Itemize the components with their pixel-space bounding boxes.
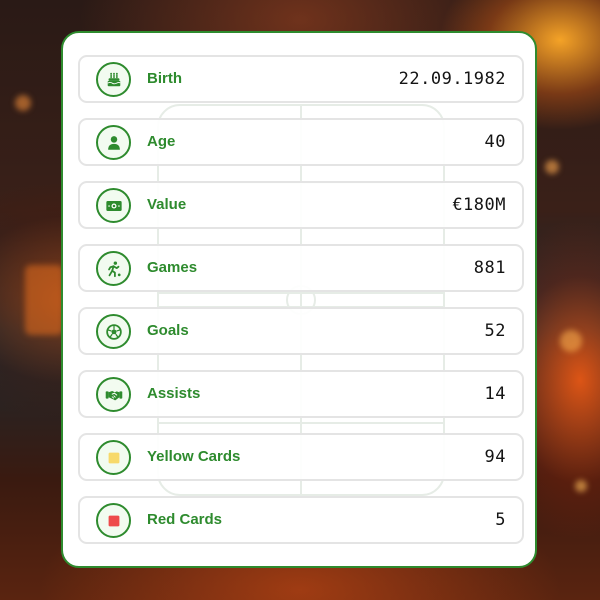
stat-value: 40 [484, 132, 506, 152]
person-icon [96, 125, 131, 160]
pitch-lines-background [157, 104, 445, 496]
stat-row-yellow-cards: Yellow Cards 94 [78, 433, 524, 481]
stat-row-red-cards: Red Cards 5 [78, 496, 524, 544]
stat-row-value: Value €180M [78, 181, 524, 229]
stat-value: 52 [484, 321, 506, 341]
stat-row-assists: Assists 14 [78, 370, 524, 418]
running-player-icon [96, 251, 131, 286]
stat-label: Games [147, 259, 198, 276]
background-bokeh [575, 480, 587, 492]
stat-label: Birth [147, 70, 182, 87]
stat-row-birth: Birth 22.09.1982 [78, 55, 524, 103]
stat-label: Value [147, 196, 187, 213]
stat-value: €180M [452, 195, 506, 215]
stat-label: Age [147, 133, 176, 150]
yellow-card-icon [96, 440, 131, 475]
stat-value: 881 [473, 258, 506, 278]
handshake-icon [96, 377, 131, 412]
birthday-cake-icon [96, 62, 131, 97]
background-bokeh [545, 160, 559, 174]
stat-label: Assists [147, 385, 201, 402]
stat-value: 5 [495, 510, 506, 530]
soccer-ball-icon [96, 314, 131, 349]
red-card-icon [96, 503, 131, 538]
stat-row-goals: Goals 52 [78, 307, 524, 355]
stat-value: 14 [484, 384, 506, 404]
stat-value: 94 [484, 447, 506, 467]
money-icon [96, 188, 131, 223]
background-bokeh [15, 95, 31, 111]
stat-label: Red Cards [147, 511, 223, 528]
background-bokeh [25, 265, 63, 335]
player-stats-card: Birth 22.09.1982 Age 40 Value €180M Game… [61, 31, 537, 568]
stat-label: Goals [147, 322, 189, 339]
stat-row-age: Age 40 [78, 118, 524, 166]
stat-label: Yellow Cards [147, 448, 241, 465]
stat-value: 22.09.1982 [398, 69, 506, 89]
background-bokeh [560, 330, 582, 352]
stat-row-games: Games 881 [78, 244, 524, 292]
